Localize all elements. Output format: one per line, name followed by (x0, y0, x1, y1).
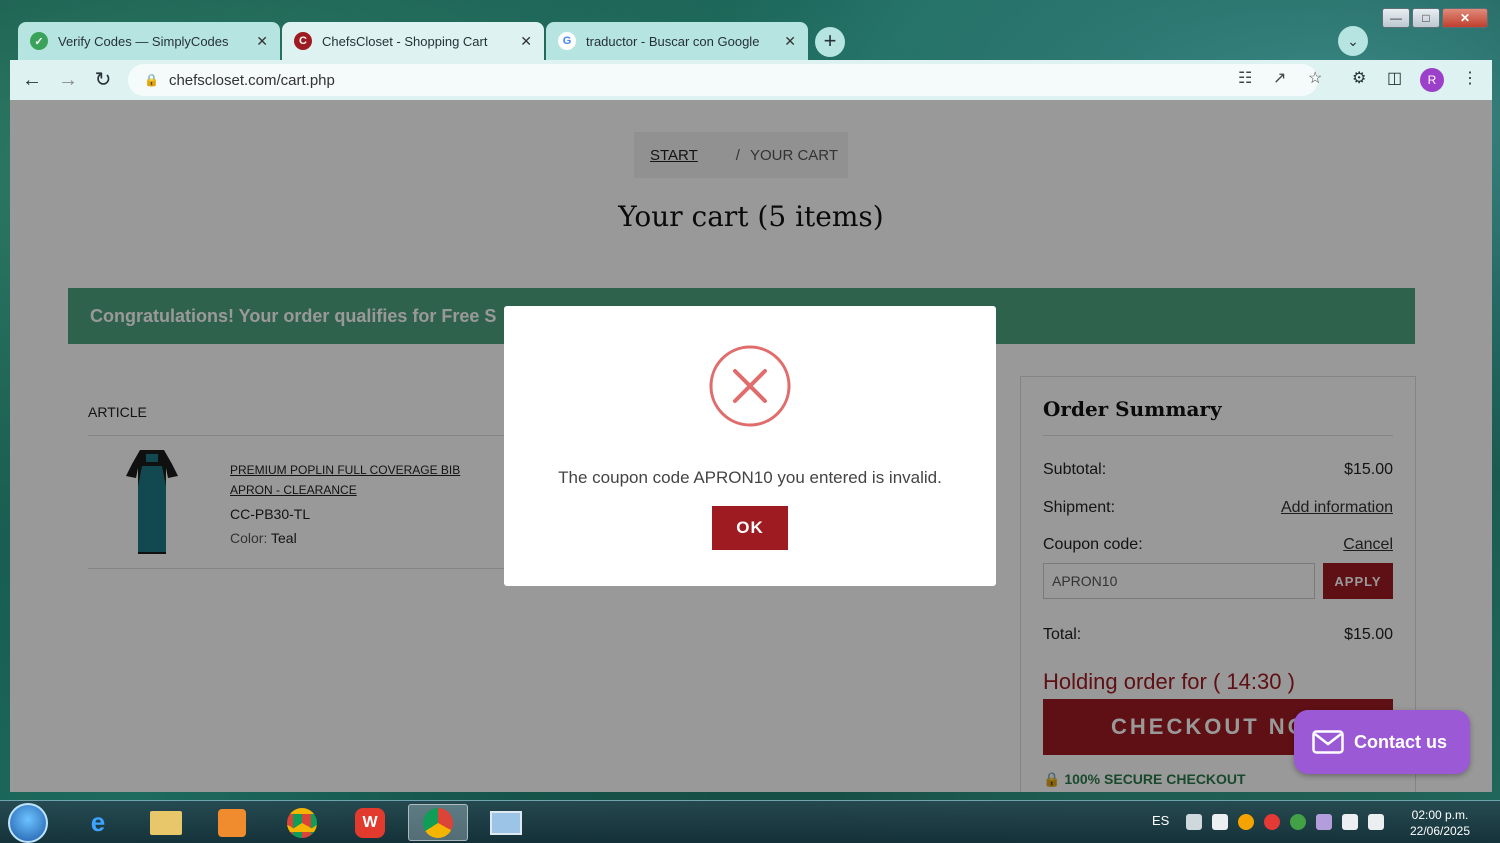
close-tab-icon[interactable]: ✕ (784, 33, 796, 50)
contact-us-button[interactable]: Contact us (1294, 710, 1470, 774)
tab-label: ChefsCloset - Shopping Cart (322, 33, 488, 49)
tray-app-icon[interactable] (1290, 814, 1306, 830)
chrome-profile-icon[interactable] (408, 804, 468, 841)
close-tab-icon[interactable]: ✕ (256, 33, 268, 50)
remote-desktop-icon[interactable] (476, 804, 536, 841)
clock-time: 02:00 p.m. (1411, 808, 1469, 822)
browser-toolbar: ← → ↻ 🔒 chefscloset.com/cart.php ☷ ↗ ☆ ⚙… (10, 60, 1492, 100)
simplycodes-icon: ✓ (30, 32, 48, 50)
forward-icon[interactable]: → (56, 68, 80, 92)
address-bar[interactable]: 🔒 chefscloset.com/cart.php (128, 64, 1318, 96)
volume-icon[interactable] (1212, 814, 1228, 830)
error-dialog: The coupon code APRON10 you entered is i… (504, 306, 996, 586)
tab-strip: ✓ Verify Codes — SimplyCodes ✕ C ChefsCl… (10, 22, 1492, 60)
wps-office-icon[interactable]: W (340, 804, 400, 841)
error-x-icon (709, 345, 791, 427)
translate-icon[interactable]: ☷ (1238, 68, 1252, 88)
mail-icon (1312, 730, 1344, 754)
clock-date: 22/06/2025 (1409, 824, 1471, 838)
back-icon[interactable]: ← (20, 68, 44, 92)
flag-icon[interactable] (1368, 814, 1384, 830)
taskbar: e W ES 02:00 p.m. 22/06/2025 (0, 800, 1500, 843)
browser-menu-icon[interactable]: ⋮ (1462, 68, 1478, 88)
lock-icon[interactable]: 🔒 (144, 73, 159, 87)
system-tray (1186, 814, 1384, 830)
extensions-icon[interactable]: ⚙ (1352, 68, 1366, 88)
opera-icon[interactable] (1264, 814, 1280, 830)
chrome-icon[interactable] (272, 804, 332, 841)
pen-icon[interactable] (1316, 814, 1332, 830)
contact-us-label: Contact us (1354, 731, 1448, 752)
bookmark-star-icon[interactable]: ☆ (1308, 68, 1322, 88)
google-icon: G (558, 32, 576, 50)
chefscloset-icon: C (294, 32, 312, 50)
tab-label: traductor - Buscar con Google (586, 33, 760, 49)
side-panel-icon[interactable]: ◫ (1387, 68, 1402, 88)
web-page: START / YOUR CART Your cart (5 items) Co… (10, 100, 1492, 792)
new-tab-button[interactable]: + (815, 27, 845, 57)
network-icon[interactable] (1186, 814, 1202, 830)
error-message: The coupon code APRON10 you entered is i… (558, 468, 942, 487)
tray-app-icon[interactable] (1238, 814, 1254, 830)
url-text: chefscloset.com/cart.php (168, 71, 335, 89)
internet-explorer-icon[interactable]: e (68, 804, 128, 841)
media-player-icon[interactable] (202, 804, 262, 841)
tab-google[interactable]: G traductor - Buscar con Google ✕ (546, 22, 808, 60)
share-icon[interactable]: ↗ (1273, 68, 1286, 88)
clock[interactable]: 02:00 p.m. 22/06/2025 (1400, 807, 1480, 839)
start-button[interactable] (8, 803, 48, 843)
file-explorer-icon[interactable] (136, 804, 196, 841)
tab-search-button[interactable]: ⌄ (1338, 26, 1368, 56)
tab-label: Verify Codes — SimplyCodes (58, 33, 229, 49)
profile-avatar[interactable]: R (1420, 68, 1444, 92)
ok-button[interactable]: OK (712, 506, 788, 550)
tab-simplycodes[interactable]: ✓ Verify Codes — SimplyCodes ✕ (18, 22, 280, 60)
reload-icon[interactable]: ↻ (91, 68, 115, 92)
close-tab-icon[interactable]: ✕ (520, 33, 532, 50)
language-indicator[interactable]: ES (1152, 813, 1169, 828)
device-icon[interactable] (1342, 814, 1358, 830)
tab-chefscloset[interactable]: C ChefsCloset - Shopping Cart ✕ (282, 22, 544, 60)
